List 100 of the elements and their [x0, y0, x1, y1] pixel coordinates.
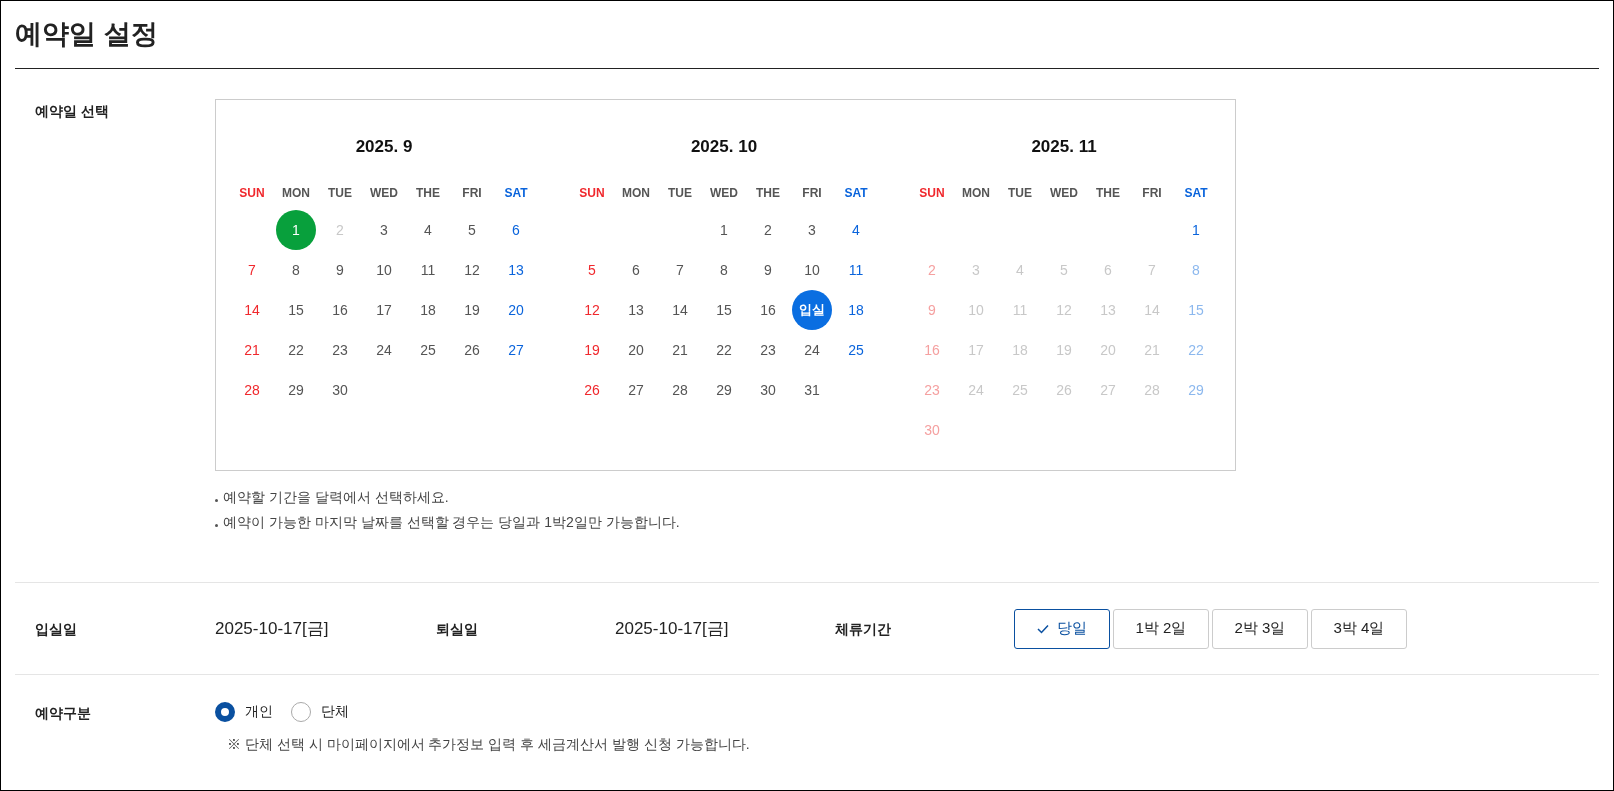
- radio-label[interactable]: 단체: [321, 701, 349, 722]
- calendar-day[interactable]: 18: [848, 299, 864, 321]
- field-label: 퇴실일: [436, 620, 478, 637]
- calendar-day[interactable]: 8: [720, 259, 728, 281]
- radio-button[interactable]: [215, 701, 235, 722]
- weekday-label: FRI: [802, 185, 822, 202]
- calendar-day[interactable]: 27: [628, 379, 644, 401]
- calendar-day[interactable]: 9: [764, 259, 772, 281]
- month-title: 2025. 10: [690, 136, 758, 158]
- month-title: 2025. 11: [1031, 136, 1097, 158]
- weekday-label: THE: [1096, 185, 1120, 202]
- calendar-day[interactable]: 4: [424, 219, 432, 241]
- calendar-day[interactable]: 23: [760, 339, 776, 361]
- calendar-day[interactable]: 26: [464, 339, 480, 361]
- calendar-day: 16: [924, 339, 940, 361]
- calendar-day[interactable]: 3: [380, 219, 388, 241]
- calendar-day[interactable]: 28: [672, 379, 688, 401]
- calendar-day[interactable]: 19: [464, 299, 480, 321]
- calendar-day[interactable]: 10: [376, 259, 392, 281]
- calendar-day[interactable]: 7: [248, 259, 256, 281]
- weekday-label: SUN: [239, 185, 265, 202]
- calendar-day[interactable]: 14: [672, 299, 688, 321]
- field-label: 예약일 선택: [35, 103, 109, 119]
- field-label: 입실일: [35, 620, 77, 637]
- calendar-day[interactable]: 15: [288, 299, 304, 321]
- calendar-day[interactable]: 21: [672, 339, 688, 361]
- calendar-day[interactable]: 29: [288, 379, 304, 401]
- calendar-day[interactable]: 22: [288, 339, 304, 361]
- calendar-day[interactable]: 6: [632, 259, 640, 281]
- calendar-day[interactable]: 11: [420, 259, 436, 281]
- calendar-day[interactable]: 24: [376, 339, 392, 361]
- period-button[interactable]: 1박 2일: [1113, 608, 1209, 649]
- calendar-day[interactable]: 2: [764, 219, 772, 241]
- calendar-day: 9: [928, 299, 936, 321]
- period-button[interactable]: 3박 4일: [1311, 608, 1407, 649]
- calendar-day: 23: [924, 379, 940, 401]
- calendar-day[interactable]: 12: [464, 259, 480, 281]
- calendar-day[interactable]: 11: [848, 259, 864, 281]
- calendar-day[interactable]: 23: [332, 339, 348, 361]
- weekday-label: SAT: [504, 185, 528, 202]
- period-button[interactable]: 당일: [1014, 608, 1110, 649]
- field-label: 체류기간: [835, 620, 891, 637]
- calendar-day: 8: [1192, 259, 1200, 281]
- weekday-label: SAT: [1184, 185, 1208, 202]
- calendar-day: 22: [1188, 339, 1204, 361]
- calendar-day[interactable]: 21: [244, 339, 260, 361]
- calendar-day[interactable]: 27: [508, 339, 524, 361]
- calendar-day[interactable]: 30: [760, 379, 776, 401]
- calendar-day[interactable]: 12: [584, 299, 600, 321]
- weekday-label: THE: [416, 185, 440, 202]
- weekday-label: WED: [710, 185, 738, 202]
- radio-button[interactable]: [291, 701, 311, 722]
- note-text: ※ 단체 선택 시 마이페이지에서 추가정보 입력 후 세금계산서 발행 신청 가능합니다.: [227, 736, 750, 752]
- calendar-day[interactable]: 9: [336, 259, 344, 281]
- calendar-day: 29: [1188, 379, 1204, 401]
- weekday-label: MON: [622, 185, 650, 202]
- calendar-day[interactable]: 13: [508, 259, 524, 281]
- calendar-day: 30: [924, 419, 940, 441]
- calendar-day[interactable]: 7: [676, 259, 684, 281]
- calendar-day[interactable]: 5: [468, 219, 476, 241]
- calendar-day[interactable]: 29: [716, 379, 732, 401]
- weekday-label: FRI: [462, 185, 482, 202]
- calendar-day[interactable]: 입실: [792, 290, 832, 330]
- calendar-day[interactable]: 20: [628, 339, 644, 361]
- calendar-day: 2: [928, 259, 936, 281]
- calendar-day[interactable]: 5: [588, 259, 596, 281]
- weekday-label: WED: [1050, 185, 1078, 202]
- calendar-day[interactable]: 10: [804, 259, 820, 281]
- calendar-day[interactable]: 1: [1192, 219, 1200, 241]
- weekday-label: MON: [282, 185, 310, 202]
- calendar-day[interactable]: 16: [760, 299, 776, 321]
- weekday-label: SAT: [844, 185, 868, 202]
- period-button[interactable]: 2박 3일: [1212, 608, 1308, 649]
- calendar-day[interactable]: 25: [848, 339, 864, 361]
- weekday-label: SUN: [919, 185, 945, 202]
- calendar-day[interactable]: 30: [332, 379, 348, 401]
- calendar-day[interactable]: 8: [292, 259, 300, 281]
- calendar-day[interactable]: 19: [584, 339, 600, 361]
- calendar-day[interactable]: 31: [804, 379, 820, 401]
- calendar-day[interactable]: 18: [420, 299, 436, 321]
- calendar-day[interactable]: 15: [716, 299, 732, 321]
- radio-label[interactable]: 개인: [245, 701, 273, 722]
- calendar-day[interactable]: 6: [512, 219, 520, 241]
- calendar-day[interactable]: 26: [584, 379, 600, 401]
- calendar-day[interactable]: 1: [720, 219, 728, 241]
- checkin-date: 2025-10-17[금]: [215, 618, 329, 638]
- calendar-day[interactable]: 25: [420, 339, 436, 361]
- calendar-day[interactable]: 16: [332, 299, 348, 321]
- calendar-day[interactable]: 17: [376, 299, 392, 321]
- calendar-day[interactable]: 13: [628, 299, 644, 321]
- calendar-day[interactable]: 24: [804, 339, 820, 361]
- weekday-label: TUE: [328, 185, 352, 202]
- calendar-day[interactable]: 3: [808, 219, 816, 241]
- calendar-day[interactable]: 20: [508, 299, 524, 321]
- calendar-day[interactable]: 22: [716, 339, 732, 361]
- calendar-day[interactable]: 28: [244, 379, 260, 401]
- calendar-day[interactable]: 4: [852, 219, 860, 241]
- weekday-label: FRI: [1142, 185, 1162, 202]
- note-text: 예약할 기간을 달력에서 선택하세요.: [223, 488, 449, 507]
- calendar-day[interactable]: 14: [244, 299, 260, 321]
